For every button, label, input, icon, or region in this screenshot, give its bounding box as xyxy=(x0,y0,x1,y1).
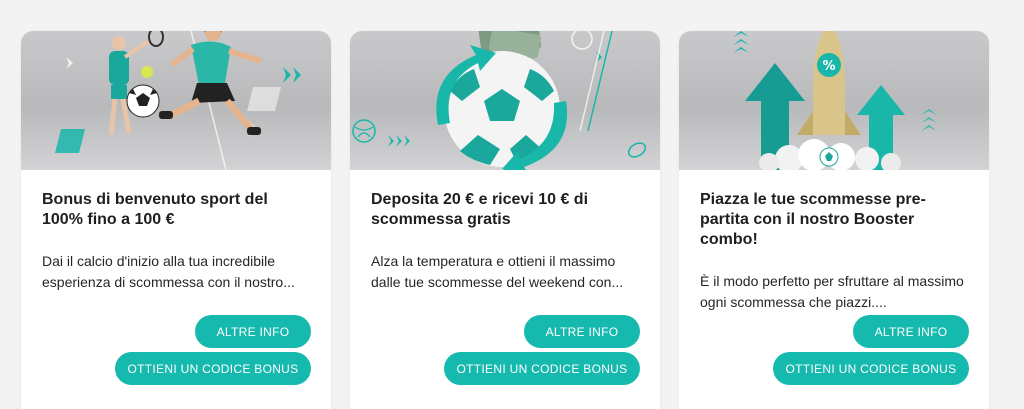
promo-description: Dai il calcio d'inizio alla tua incredib… xyxy=(42,253,295,290)
promo-description: Alza la temperatura e ottieni il massimo… xyxy=(371,253,624,290)
more-info-button[interactable]: ALTRE INFO xyxy=(195,315,311,348)
get-bonus-code-button[interactable]: OTTIENI UN CODICE BONUS xyxy=(115,352,311,385)
ball-money-illustration xyxy=(352,31,647,170)
promo-card-2: Deposita 20 € e ricevi 10 € di scommessa… xyxy=(350,31,660,409)
get-bonus-code-button[interactable]: OTTIENI UN CODICE BONUS xyxy=(773,352,969,385)
svg-text:%: % xyxy=(822,59,835,74)
more-info-button[interactable]: ALTRE INFO xyxy=(853,315,969,348)
rocket-illustration: % xyxy=(733,31,937,170)
promo-card-3: % Piazza le tue scommesse pre-partita co… xyxy=(679,31,989,409)
promo-image-rocket: % xyxy=(679,31,989,170)
promo-description: È il modo perfetto per sfruttare al mass… xyxy=(700,273,964,310)
promo-title: Bonus di benvenuto sport del 100% fino a… xyxy=(42,191,268,228)
promo-title: Piazza le tue scommesse pre-partita con … xyxy=(700,191,926,248)
promo-image-ball-money xyxy=(350,31,660,170)
sports-players-illustration xyxy=(55,31,301,170)
promo-image-sports-players xyxy=(21,31,331,170)
promo-title: Deposita 20 € e ricevi 10 € di scommessa… xyxy=(371,191,589,228)
more-info-button[interactable]: ALTRE INFO xyxy=(524,315,640,348)
get-bonus-code-button[interactable]: OTTIENI UN CODICE BONUS xyxy=(444,352,640,385)
promo-card-1: Bonus di benvenuto sport del 100% fino a… xyxy=(21,31,331,409)
